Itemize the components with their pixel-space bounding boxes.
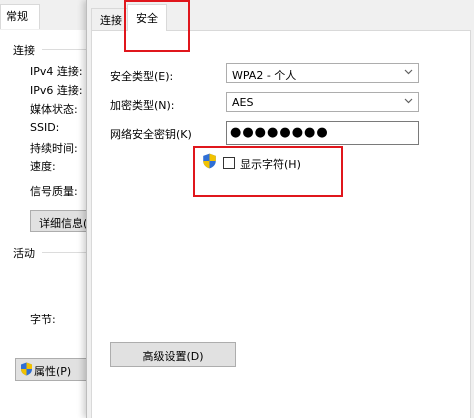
advanced-settings-button[interactable]: 高级设置(D) [110, 342, 236, 367]
shield-icon [202, 153, 217, 172]
ssid-label: SSID: [30, 121, 60, 134]
shield-icon [20, 362, 33, 379]
tab-connection[interactable]: 连接 [91, 8, 131, 30]
security-type-value: WPA2 - 个人 [232, 69, 297, 82]
properties-button-label: 属性(P) [34, 365, 72, 378]
media-status-label: 媒体状态: [30, 103, 78, 116]
back-content: 连接 IPv4 连接: IPv6 连接: 媒体状态: SSID: 持续时间: 速… [0, 30, 102, 418]
encryption-type-label: 加密类型(N): [110, 99, 175, 112]
security-panel: 安全类型(E): WPA2 - 个人 加密类型(N): AES 网络安全密钥(K… [91, 30, 471, 418]
speed-label: 速度: [30, 160, 56, 173]
chevron-down-icon [404, 67, 413, 79]
show-characters-checkbox[interactable] [223, 157, 235, 169]
security-type-label: 安全类型(E): [110, 70, 174, 83]
network-key-input[interactable]: ●●●●●●●● [226, 121, 419, 145]
security-type-select[interactable]: WPA2 - 个人 [226, 63, 419, 83]
encryption-type-value: AES [232, 96, 254, 109]
wifi-status-window: 常规 连接 IPv4 连接: IPv6 连接: 媒体状态: SSID: 持续时间… [0, 0, 102, 418]
tab-general[interactable]: 常规 [0, 4, 40, 29]
network-key-label: 网络安全密钥(K) [110, 128, 192, 141]
back-tabstrip: 常规 [0, 0, 100, 31]
properties-button[interactable]: 属性(P) [15, 358, 87, 381]
ipv6-label: IPv6 连接: [30, 84, 83, 97]
ipv4-label: IPv4 连接: [30, 65, 83, 78]
wireless-properties-dialog: 连接 安全 安全类型(E): WPA2 - 个人 加密类型(N): AES 网络… [86, 0, 474, 418]
tab-security[interactable]: 安全 [127, 4, 167, 31]
section-activity-label: 活动 [13, 247, 35, 260]
duration-label: 持续时间: [30, 142, 78, 155]
encryption-type-select[interactable]: AES [226, 92, 419, 112]
chevron-down-icon [404, 96, 413, 108]
section-connection-label: 连接 [13, 44, 35, 57]
show-characters-label[interactable]: 显示字符(H) [240, 156, 301, 172]
bytes-label: 字节: [30, 313, 56, 326]
signal-quality-label: 信号质量: [30, 185, 78, 198]
